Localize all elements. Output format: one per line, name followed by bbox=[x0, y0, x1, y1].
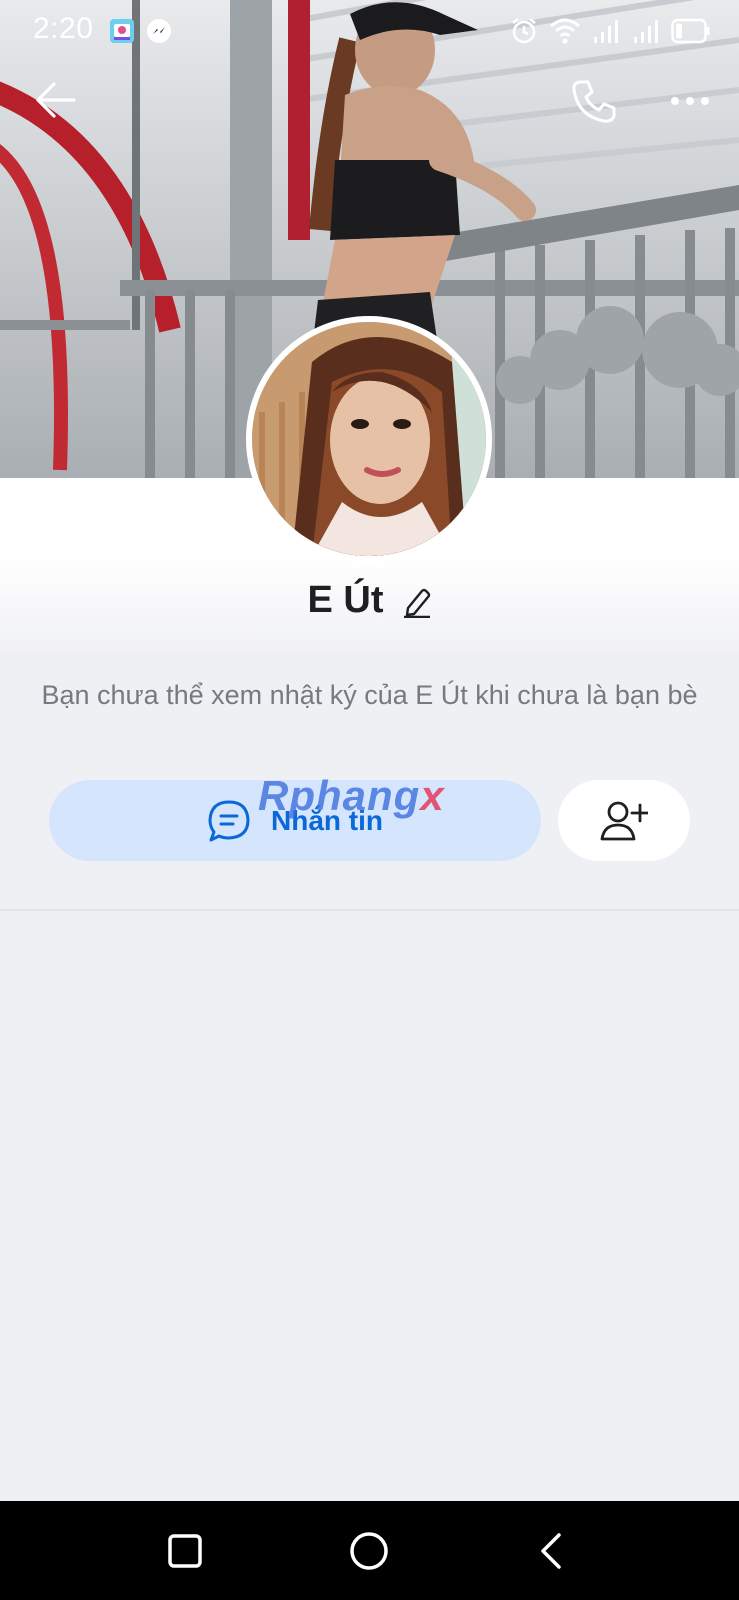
more-dots-icon bbox=[671, 97, 709, 105]
status-bar: 2:20 bbox=[0, 0, 739, 62]
more-button[interactable] bbox=[668, 84, 712, 118]
avatar-image bbox=[252, 322, 486, 556]
arrow-left-icon bbox=[36, 82, 76, 118]
section-divider bbox=[0, 909, 739, 911]
gallery-app-icon bbox=[110, 19, 134, 43]
edit-name-button[interactable] bbox=[402, 586, 432, 618]
chevron-left-icon bbox=[541, 1533, 561, 1569]
privacy-notice: Bạn chưa thể xem nhật ký của E Út khi ch… bbox=[41, 680, 698, 710]
chat-bubble-icon bbox=[208, 800, 250, 841]
battery-icon bbox=[671, 18, 710, 44]
circle-icon bbox=[350, 1532, 388, 1570]
square-icon bbox=[168, 1534, 202, 1568]
call-button[interactable] bbox=[568, 78, 618, 124]
message-button[interactable]: Nhắn tin bbox=[49, 780, 541, 861]
signal-icon bbox=[594, 20, 618, 43]
nav-back-button[interactable] bbox=[531, 1529, 575, 1573]
system-nav-bar bbox=[0, 1501, 739, 1600]
avatar[interactable] bbox=[246, 316, 492, 562]
message-button-label: Nhắn tin bbox=[271, 804, 383, 836]
status-icons bbox=[509, 14, 711, 48]
back-button[interactable] bbox=[32, 78, 82, 122]
signal-icon bbox=[634, 20, 658, 43]
profile-name: E Út bbox=[307, 578, 384, 621]
wifi-icon bbox=[550, 18, 580, 44]
profile-name-row: E Út bbox=[0, 572, 739, 628]
recent-apps-button[interactable] bbox=[163, 1529, 207, 1573]
add-friend-button[interactable] bbox=[558, 780, 690, 861]
alarm-icon bbox=[512, 18, 536, 44]
phone-icon bbox=[572, 80, 616, 123]
home-button[interactable] bbox=[347, 1529, 391, 1573]
status-time: 2:20 bbox=[33, 12, 94, 45]
add-friend-icon bbox=[600, 801, 648, 840]
messenger-app-icon bbox=[147, 19, 171, 43]
pencil-icon bbox=[403, 588, 430, 618]
